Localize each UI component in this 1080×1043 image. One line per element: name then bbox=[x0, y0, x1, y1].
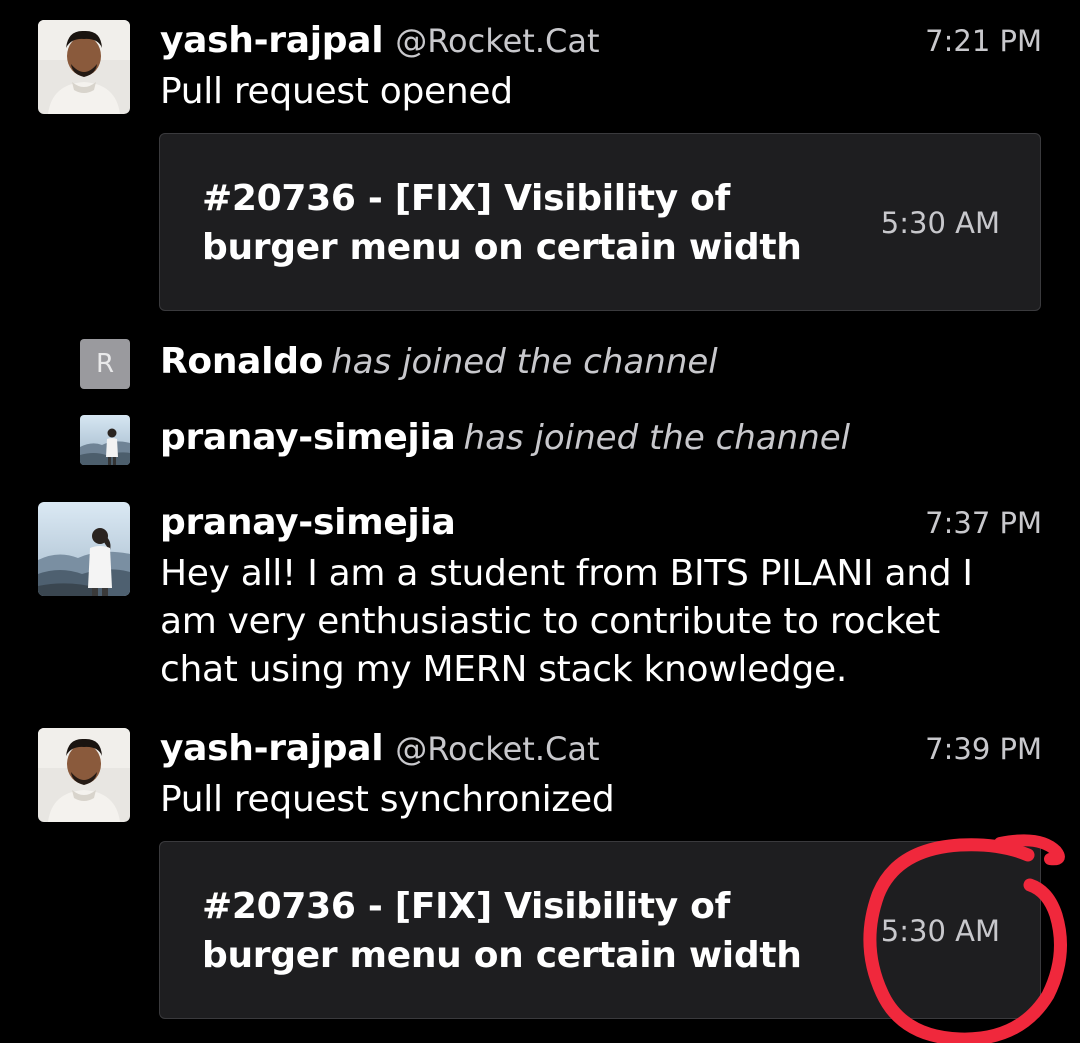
message-text: Pull request synchronized bbox=[160, 779, 615, 820]
system-message-text: has joined the channel bbox=[331, 342, 718, 382]
attachment-title[interactable]: #20736 - [FIX] Visibility of burger menu… bbox=[202, 882, 822, 980]
message-alias: @Rocket.Cat bbox=[395, 22, 600, 60]
message-username[interactable]: pranay-simejia bbox=[160, 502, 456, 543]
message-username[interactable]: yash-rajpal bbox=[160, 728, 384, 769]
avatar-letter: R bbox=[95, 349, 115, 379]
message-timestamp: 7:39 PM bbox=[925, 732, 1042, 766]
letter-avatar[interactable]: R bbox=[80, 339, 130, 389]
user-avatar[interactable] bbox=[38, 502, 130, 596]
message-timestamp: 7:37 PM bbox=[925, 506, 1042, 540]
message-item[interactable]: yash-rajpal @Rocket.Cat 7:39 PM Pull req… bbox=[0, 728, 1080, 1028]
system-message: pranay-simejia has joined the channel bbox=[0, 415, 1080, 465]
user-avatar[interactable] bbox=[80, 415, 130, 465]
user-avatar[interactable] bbox=[38, 728, 130, 822]
message-text: Pull request opened bbox=[160, 71, 513, 112]
message-item[interactable]: pranay-simejia 7:37 PM Hey all! I am a s… bbox=[0, 502, 1080, 702]
message-attachment[interactable]: #20736 - [FIX] Visibility of burger menu… bbox=[159, 133, 1041, 311]
message-timestamp: 7:21 PM bbox=[925, 24, 1042, 58]
message-alias: @Rocket.Cat bbox=[395, 730, 600, 768]
message-attachment[interactable]: #20736 - [FIX] Visibility of burger menu… bbox=[159, 841, 1041, 1019]
attachment-timestamp: 5:30 AM bbox=[880, 206, 1000, 240]
message-item[interactable]: yash-rajpal @Rocket.Cat 7:21 PM Pull req… bbox=[0, 20, 1080, 320]
system-message-username[interactable]: Ronaldo bbox=[160, 341, 323, 382]
system-message-text: has joined the channel bbox=[463, 418, 851, 458]
attachment-timestamp: 5:30 AM bbox=[880, 914, 1000, 948]
attachment-title[interactable]: #20736 - [FIX] Visibility of burger menu… bbox=[202, 174, 822, 272]
system-message: R Ronaldo has joined the channel bbox=[0, 339, 1080, 389]
user-avatar[interactable] bbox=[38, 20, 130, 114]
message-username[interactable]: yash-rajpal bbox=[160, 20, 384, 61]
message-text: Hey all! I am a student from BITS PILANI… bbox=[160, 553, 973, 690]
system-message-username[interactable]: pranay-simejia bbox=[160, 417, 456, 458]
